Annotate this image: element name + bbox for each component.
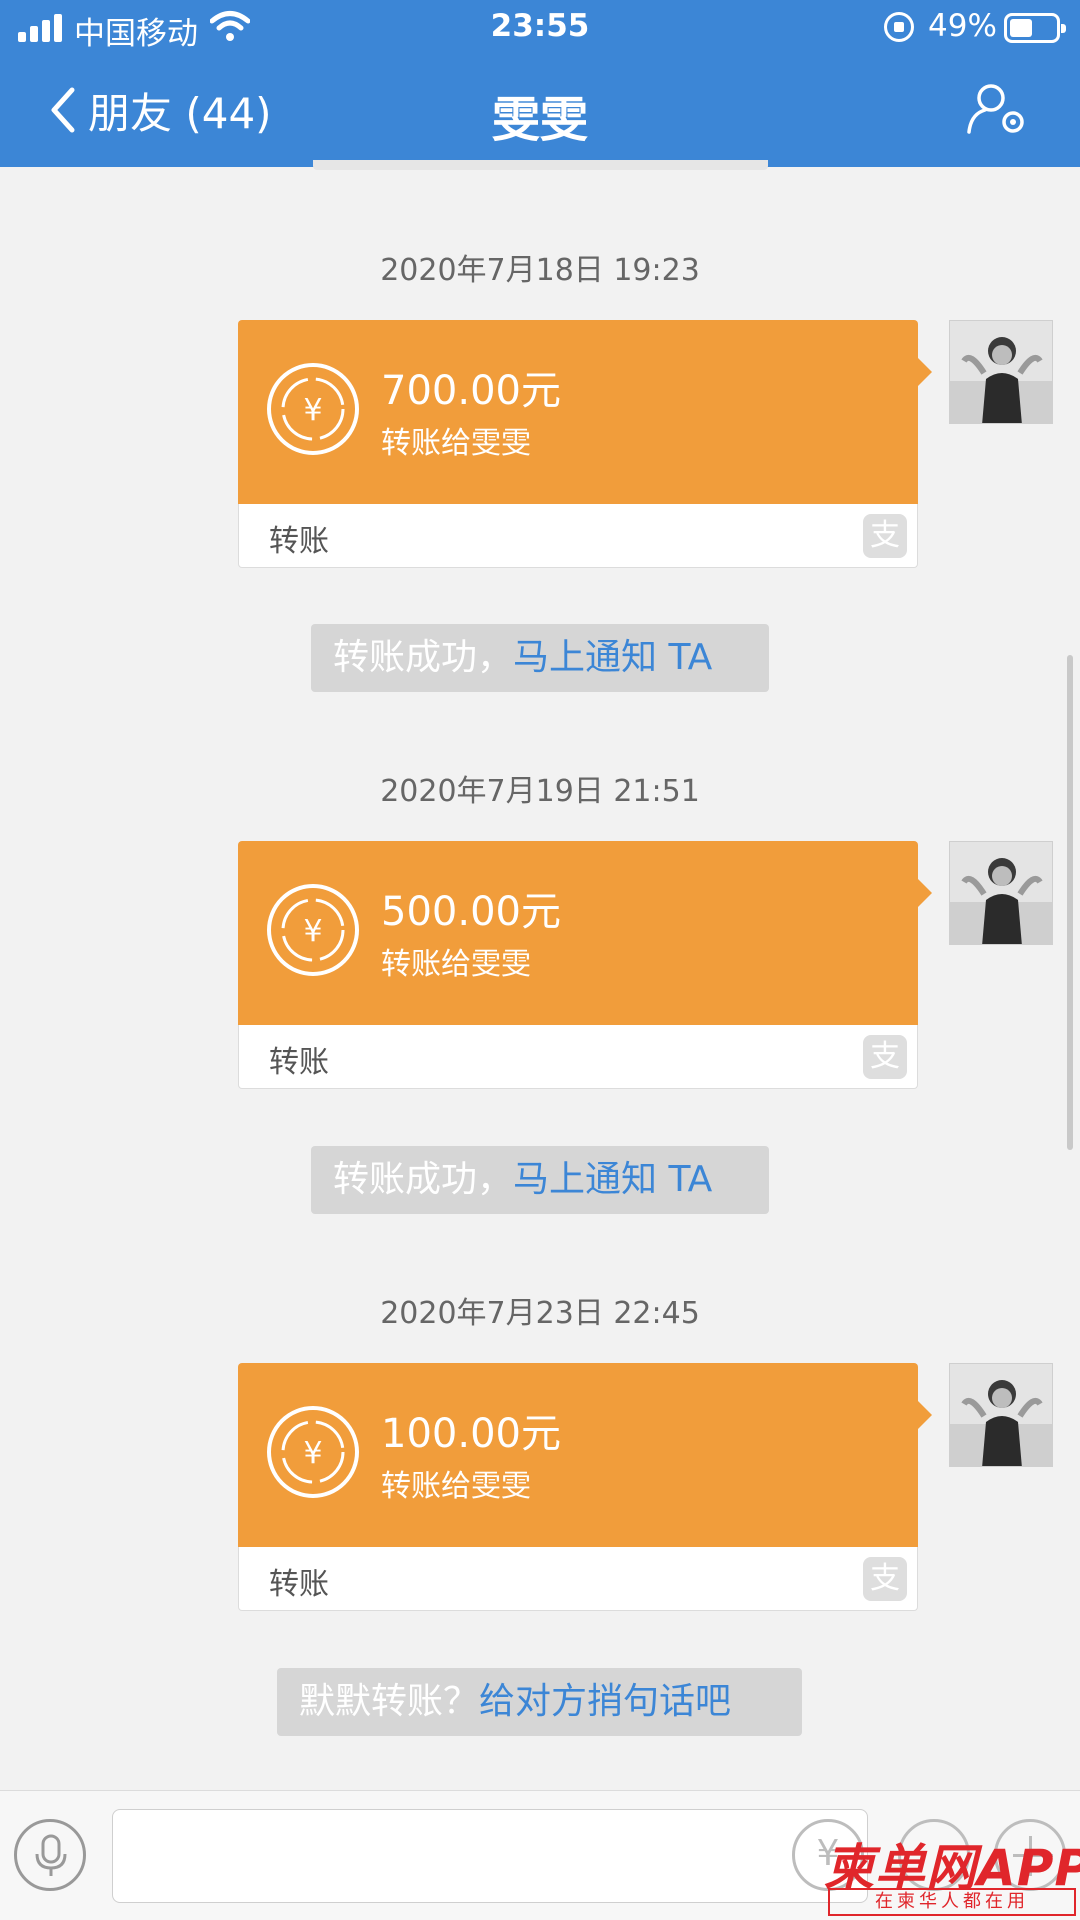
avatar-photo [950,321,1052,423]
microphone-icon [35,1834,67,1876]
header: 中国移动 23:55 49% 朋友 (44) 雯雯 [0,0,1080,167]
transfer-description: 转账给雯雯 [381,1469,531,1504]
avatar[interactable] [949,841,1053,945]
svg-text:¥: ¥ [303,393,322,428]
watermark-slogan: 在柬华人都在用 [828,1888,1076,1916]
transfer-card[interactable]: ¥ 100.00元 转账给雯雯 转账 支 [238,1363,932,1611]
battery-percent: 49% [928,8,997,44]
message-input[interactable] [112,1809,868,1903]
battery-icon [1004,13,1066,43]
transfer-label: 转账 [269,1045,329,1080]
voice-button[interactable] [14,1819,86,1891]
avatar[interactable] [949,320,1053,424]
yuan-transfer-icon: ¥ [267,363,359,455]
watermark: 柬单网APP 在柬华人都在用 [820,1828,1080,1918]
alipay-icon: 支 [863,1557,907,1601]
timestamp: 2020年7月19日 21:51 [380,774,700,809]
yuan-transfer-icon: ¥ [267,1406,359,1498]
transfer-label: 转账 [269,1567,329,1602]
notice-text: 默默转账？ [299,1681,480,1722]
transfer-amount: 100.00元 [381,1411,561,1457]
message-prompt-link[interactable]: 给对方捎句话吧 [479,1681,731,1722]
svg-text:¥: ¥ [303,914,322,949]
page-title: 雯雯 [491,92,588,148]
notice-text: 转账成功， [333,637,514,678]
yuan-transfer-icon: ¥ [267,884,359,976]
transfer-label: 转账 [269,524,329,559]
transfer-description: 转账给雯雯 [381,426,531,461]
scrollbar[interactable] [1067,655,1073,1150]
transfer-notice: 转账成功，马上通知 TA [311,624,769,692]
clock: 23:55 [490,8,590,44]
timestamp: 2020年7月23日 22:45 [380,1296,700,1331]
transfer-notice: 转账成功，马上通知 TA [311,1146,769,1214]
transfer-card[interactable]: ¥ 500.00元 转账给雯雯 转账 支 [238,841,932,1089]
timestamp: 2020年7月18日 19:23 [380,253,700,288]
avatar[interactable] [949,1363,1053,1467]
transfer-amount: 700.00元 [381,368,561,414]
transfer-notice: 默默转账？给对方捎句话吧 [277,1668,802,1736]
previous-message-edge [313,160,768,170]
transfer-description: 转账给雯雯 [381,947,531,982]
alipay-icon: 支 [863,514,907,558]
status-bar: 中国移动 23:55 49% [0,0,1080,56]
notice-text: 转账成功， [333,1159,514,1200]
svg-text:¥: ¥ [303,1436,322,1471]
transfer-card[interactable]: ¥ 700.00元 转账给雯雯 转账 支 [238,320,932,568]
transfer-amount: 500.00元 [381,889,561,935]
notify-link[interactable]: 马上通知 TA [513,1159,712,1200]
profile-settings-icon[interactable] [965,82,1029,138]
notify-link[interactable]: 马上通知 TA [513,637,712,678]
avatar-photo [950,1364,1052,1466]
alipay-icon: 支 [863,1035,907,1079]
avatar-photo [950,842,1052,944]
orientation-lock-icon [884,12,914,42]
